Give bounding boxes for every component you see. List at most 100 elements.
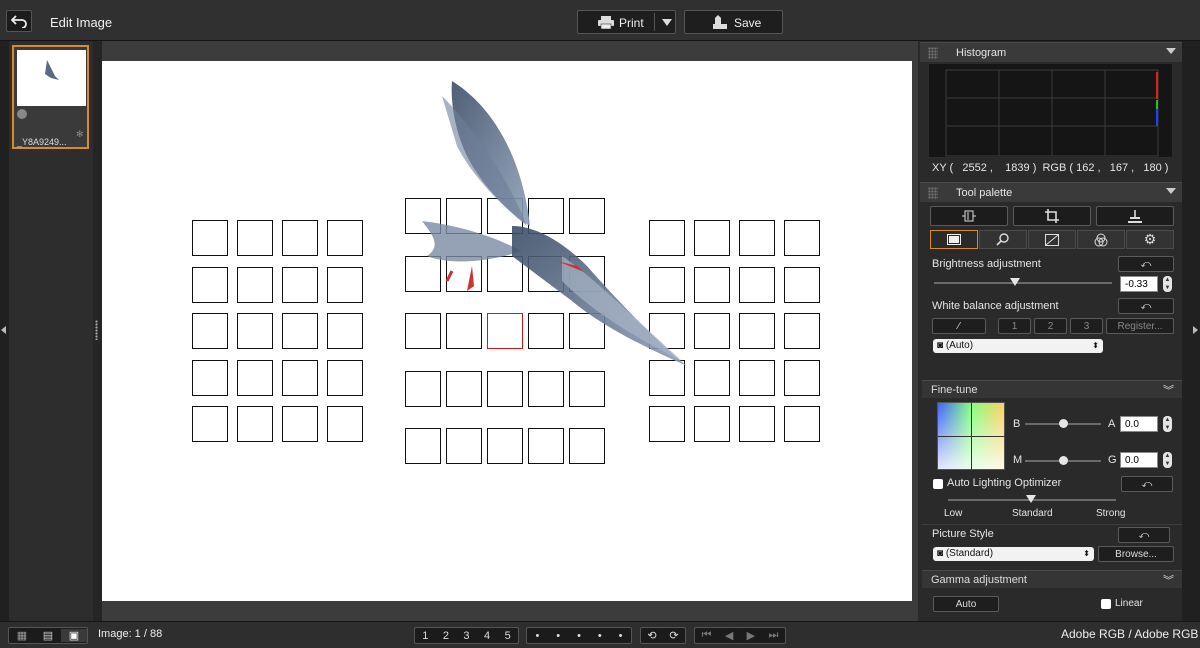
af-point[interactable] — [649, 313, 685, 349]
af-point[interactable] — [237, 359, 273, 396]
af-point[interactable] — [237, 220, 273, 256]
af-point[interactable] — [739, 406, 775, 442]
af-point[interactable] — [282, 313, 318, 349]
last-image-icon[interactable]: ⏭ — [768, 629, 778, 642]
af-point[interactable] — [282, 359, 318, 396]
collapse-right-icon[interactable] — [1193, 326, 1198, 334]
auto-lighting-checkbox[interactable] — [933, 479, 943, 489]
af-point[interactable] — [569, 428, 605, 464]
af-point[interactable] — [405, 198, 441, 234]
af-point[interactable] — [282, 406, 318, 442]
af-point[interactable] — [487, 370, 523, 407]
af-point[interactable] — [446, 370, 482, 407]
grip-icon[interactable] — [928, 47, 938, 59]
wb-preset-3[interactable]: 3 — [1070, 318, 1103, 334]
af-point[interactable] — [784, 406, 820, 442]
af-point[interactable] — [528, 370, 564, 407]
mg-slider-handle[interactable] — [1059, 456, 1068, 465]
gamma-header[interactable]: Gamma adjustment ︾ — [922, 570, 1182, 588]
gamma-auto-button[interactable]: Auto — [933, 596, 999, 612]
linear-checkbox[interactable] — [1101, 599, 1111, 609]
af-point[interactable] — [327, 220, 363, 256]
af-point[interactable] — [694, 220, 730, 256]
af-point[interactable] — [739, 266, 775, 303]
af-point[interactable] — [237, 406, 273, 442]
dot-1-icon[interactable]: • — [535, 630, 539, 642]
auto-lighting-reset-button[interactable]: ⤺ — [1121, 476, 1173, 492]
af-point[interactable] — [405, 255, 441, 292]
grip-icon[interactable] — [928, 187, 938, 199]
collapse-fine-tune-icon[interactable]: ︾ — [1163, 382, 1174, 398]
brightness-slider-handle[interactable] — [1010, 278, 1020, 286]
tab-crop[interactable] — [1013, 206, 1091, 226]
tab-output[interactable] — [1096, 206, 1174, 226]
dot-2-icon[interactable]: • — [556, 630, 560, 642]
af-point[interactable] — [649, 266, 685, 303]
af-point[interactable] — [649, 406, 685, 442]
rating-5[interactable]: 5 — [505, 630, 511, 642]
print-button[interactable]: Print — [577, 10, 676, 34]
af-point[interactable] — [739, 313, 775, 349]
subtab-tone-curve[interactable] — [1028, 230, 1076, 249]
af-point[interactable] — [694, 313, 730, 349]
wb-preset-2[interactable]: 2 — [1034, 318, 1067, 334]
collapse-left-icon[interactable] — [1, 326, 6, 334]
next-image-icon[interactable]: ▶ — [747, 629, 755, 642]
af-point[interactable] — [327, 313, 363, 349]
collapse-tool-palette-icon[interactable] — [1166, 188, 1176, 194]
af-point[interactable] — [649, 220, 685, 256]
af-point[interactable] — [446, 428, 482, 464]
af-point[interactable] — [192, 406, 228, 442]
tab-basic-adjust[interactable] — [930, 206, 1008, 226]
rating-2[interactable]: 2 — [443, 630, 449, 642]
af-point[interactable] — [694, 406, 730, 442]
wb-preset-1[interactable]: 1 — [998, 318, 1031, 334]
af-point[interactable] — [694, 266, 730, 303]
grid-view-icon[interactable]: ▦ — [9, 629, 35, 642]
subtab-detail[interactable] — [979, 230, 1027, 249]
rotate-right-icon[interactable]: ⟳ — [669, 629, 678, 642]
white-balance-select[interactable]: ◙ (Auto) ⬍ — [933, 339, 1103, 353]
brightness-slider[interactable] — [934, 282, 1112, 284]
brightness-value[interactable]: -0.33 — [1120, 276, 1158, 292]
g-value[interactable]: 0.0 — [1120, 452, 1158, 468]
rotate-left-icon[interactable]: ⟲ — [647, 629, 656, 642]
back-button[interactable] — [6, 10, 32, 32]
print-dropdown-icon[interactable] — [662, 19, 672, 26]
af-point[interactable] — [192, 266, 228, 303]
splitter-grip-icon[interactable] — [95, 320, 98, 340]
af-point[interactable] — [569, 198, 605, 234]
subtab-brightness[interactable] — [930, 230, 978, 249]
af-point[interactable] — [487, 198, 523, 234]
image-canvas[interactable] — [102, 61, 912, 601]
af-point[interactable] — [282, 220, 318, 256]
color-fine-tune-grid[interactable] — [937, 402, 1006, 471]
rating-3[interactable]: 3 — [463, 630, 469, 642]
first-image-icon[interactable]: ⏮ — [702, 629, 712, 642]
af-point[interactable] — [528, 255, 564, 292]
prev-image-icon[interactable]: ◀ — [725, 629, 733, 642]
eyedropper-button[interactable]: ⁄ — [932, 318, 986, 334]
dot-3-icon[interactable]: • — [577, 630, 581, 642]
preview-view-icon[interactable]: ▤ — [35, 629, 61, 642]
save-button[interactable]: Save — [684, 10, 783, 34]
af-point-selected[interactable] — [487, 313, 523, 349]
ba-slider-handle[interactable] — [1059, 419, 1068, 428]
af-point[interactable] — [282, 266, 318, 303]
dot-5-icon[interactable]: • — [619, 630, 623, 642]
af-point[interactable] — [528, 428, 564, 464]
brightness-reset-button[interactable]: ⤺ — [1118, 256, 1174, 272]
fine-tune-header[interactable]: Fine-tune ︾ — [922, 380, 1182, 398]
af-point[interactable] — [327, 359, 363, 396]
af-point[interactable] — [487, 428, 523, 464]
af-point[interactable] — [784, 220, 820, 256]
a-stepper[interactable]: ▲ ▼ — [1163, 416, 1172, 432]
subtab-settings[interactable]: ⚙ — [1126, 230, 1174, 249]
af-point[interactable] — [446, 255, 482, 292]
histogram-header[interactable]: Histogram — [920, 42, 1182, 62]
af-point[interactable] — [237, 313, 273, 349]
brightness-stepper[interactable]: ▲ ▼ — [1163, 276, 1172, 292]
dot-4-icon[interactable]: • — [598, 630, 602, 642]
af-point[interactable] — [487, 255, 523, 292]
af-point[interactable] — [739, 359, 775, 396]
